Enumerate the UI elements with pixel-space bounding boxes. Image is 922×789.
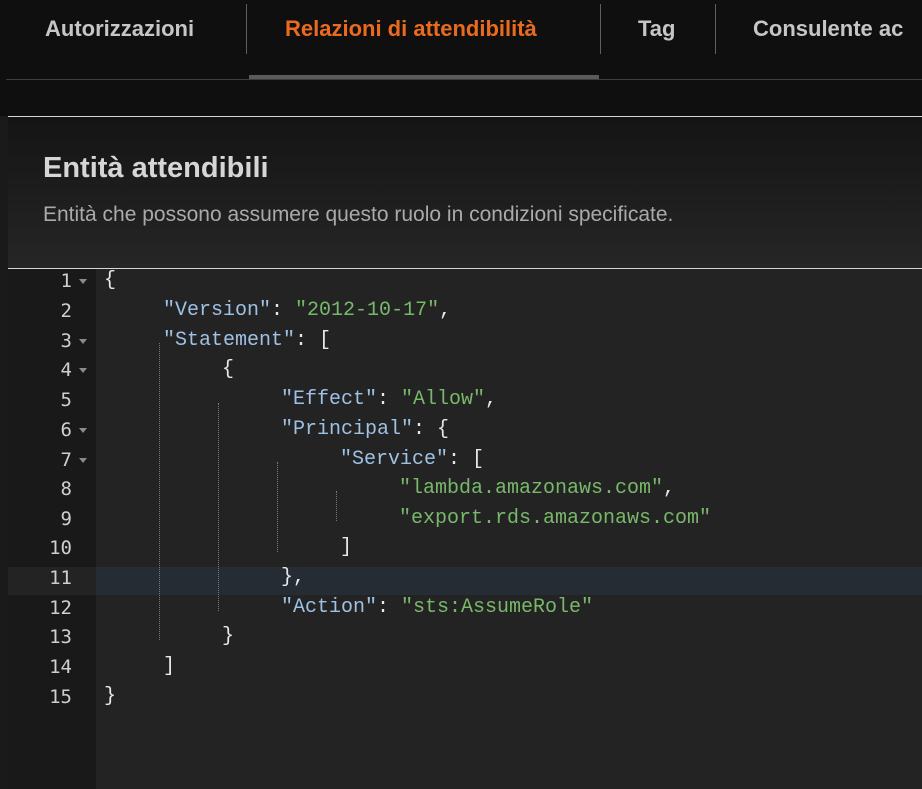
code-line: 6 "Principal": { — [8, 415, 922, 445]
line-number: 3 — [60, 330, 72, 352]
trust-relationships-page: Autorizzazioni Relazioni di attendibilit… — [0, 0, 922, 789]
line-number: 1 — [60, 270, 72, 292]
line-number: 11 — [49, 567, 72, 589]
code-text: ] — [163, 655, 176, 678]
tab-trust-relationships[interactable]: Relazioni di attendibilità — [285, 0, 537, 58]
line-number: 10 — [49, 537, 72, 559]
fold-toggle-icon[interactable] — [79, 368, 87, 373]
code-line: 1 { — [8, 266, 922, 296]
panel-header: Entità attendibili Entità che possono as… — [8, 117, 922, 268]
line-number: 8 — [60, 478, 72, 500]
code-line: 14 ] — [8, 652, 922, 682]
code-line: 12 "Action": "sts:AssumeRole" — [8, 593, 922, 623]
code-line-active: 11 }, — [8, 563, 922, 593]
tab-tags[interactable]: Tag — [638, 0, 675, 58]
line-number: 6 — [60, 419, 72, 441]
code-line: 4 { — [8, 355, 922, 385]
line-number: 4 — [60, 359, 72, 381]
tab-access-advisor[interactable]: Consulente ac — [753, 0, 903, 58]
code-text: } — [222, 625, 235, 648]
code-text: "export.rds.amazonaws.com" — [399, 507, 712, 530]
code-line: 2 "Version": "2012-10-17", — [8, 296, 922, 326]
fold-toggle-icon[interactable] — [79, 458, 87, 463]
code-line: 7 "Service": [ — [8, 445, 922, 475]
panel-title: Entità attendibili — [43, 152, 269, 184]
code-line: 3 "Statement": [ — [8, 326, 922, 356]
code-text: } — [104, 685, 117, 708]
code-text: "lambda.amazonaws.com", — [399, 477, 676, 500]
spacer-strip — [0, 80, 922, 116]
line-number: 5 — [60, 389, 72, 411]
code-text: { — [222, 358, 235, 381]
code-text: "Effect": "Allow", — [281, 388, 498, 411]
code-text: "Principal": { — [281, 418, 450, 441]
code-line: 10 ] — [8, 533, 922, 563]
line-number: 9 — [60, 508, 72, 530]
code-line: 13 } — [8, 622, 922, 652]
line-number: 2 — [60, 300, 72, 322]
code-text: }, — [281, 566, 306, 589]
tab-separator — [246, 4, 247, 54]
line-number: 7 — [60, 449, 72, 471]
trusted-entities-panel: Entità attendibili Entità che possono as… — [8, 117, 922, 789]
tab-permissions[interactable]: Autorizzazioni — [45, 0, 194, 58]
tab-bar: Autorizzazioni Relazioni di attendibilit… — [0, 0, 922, 80]
fold-toggle-icon[interactable] — [79, 339, 87, 344]
code-line: 8 "lambda.amazonaws.com", — [8, 474, 922, 504]
code-text: { — [104, 269, 117, 292]
code-text: ] — [340, 536, 353, 559]
line-number: 15 — [49, 686, 72, 708]
code-line: 9 "export.rds.amazonaws.com" — [8, 504, 922, 534]
tab-separator — [600, 4, 601, 54]
panel-description: Entità che possono assumere questo ruolo… — [43, 203, 674, 226]
code-line: 5 "Effect": "Allow", — [8, 385, 922, 415]
policy-code-editor[interactable]: 1 { 2 "Version": "2012-10-17", 3 "Statem… — [8, 269, 922, 789]
tab-separator — [715, 4, 716, 54]
line-number: 13 — [49, 626, 72, 648]
line-number: 14 — [49, 656, 72, 678]
code-text: "Service": [ — [340, 448, 485, 471]
code-line: 15 } — [8, 682, 922, 712]
fold-toggle-icon[interactable] — [79, 279, 87, 284]
code-text: "Action": "sts:AssumeRole" — [281, 596, 594, 619]
code-text: "Version": "2012-10-17", — [163, 299, 452, 322]
code-text: "Statement": [ — [163, 329, 332, 352]
line-number: 12 — [49, 597, 72, 619]
fold-toggle-icon[interactable] — [79, 428, 87, 433]
